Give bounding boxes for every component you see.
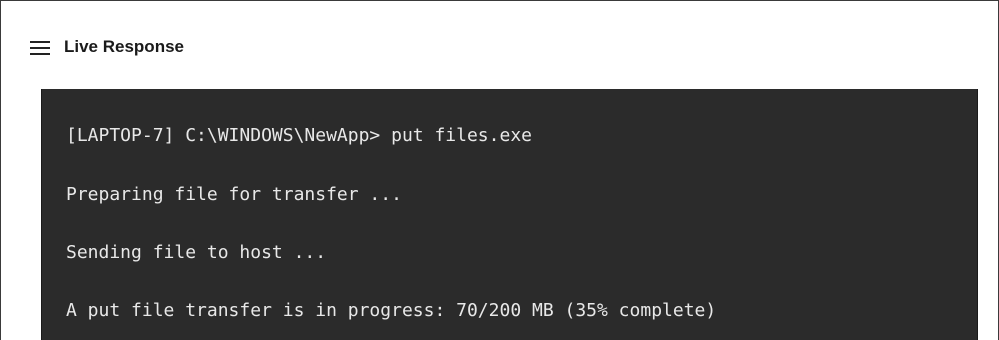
- console-line-status: Preparing file for transfer ...: [66, 184, 402, 205]
- console-line-command: [LAPTOP-7] C:\WINDOWS\NewApp> put files.…: [66, 125, 532, 146]
- hamburger-menu-icon[interactable]: [30, 41, 50, 55]
- page-title: Live Response: [64, 37, 184, 56]
- panel-header: Live Response: [1, 1, 998, 89]
- console-line-status: Sending file to host ...: [66, 242, 327, 263]
- console-output[interactable]: [LAPTOP-7] C:\WINDOWS\NewApp> put files.…: [41, 89, 978, 340]
- live-response-panel: Live Response [LAPTOP-7] C:\WINDOWS\NewA…: [0, 0, 999, 340]
- console-line-progress: A put file transfer is in progress: 70/2…: [66, 300, 717, 321]
